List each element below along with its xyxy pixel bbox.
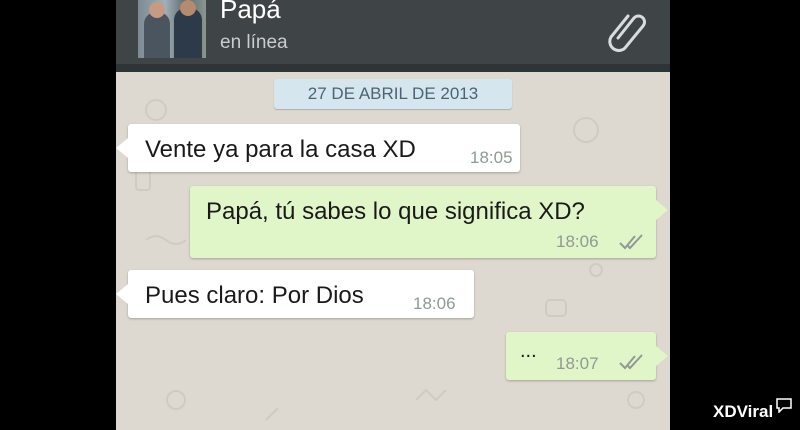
chat-window: Papá en línea 27 DE ABRIL DE 2013 Vente … xyxy=(116,0,670,430)
message-time: 18:07 xyxy=(556,354,599,373)
double-check-icon xyxy=(619,354,643,370)
avatar[interactable] xyxy=(138,0,206,58)
incoming-message[interactable]: Pues claro: Por Dios 18:06 xyxy=(116,270,474,318)
message-text: ... xyxy=(520,340,537,362)
chat-header: Papá en línea xyxy=(116,0,670,64)
speech-bubble-icon xyxy=(776,398,792,413)
watermark-logo-text: XDViral xyxy=(713,402,774,421)
double-check-icon xyxy=(619,234,643,250)
paperclip-icon[interactable] xyxy=(608,8,648,52)
incoming-message[interactable]: Vente ya para la casa XD 18:05 xyxy=(116,124,520,172)
message-time: 18:06 xyxy=(556,232,599,251)
message-text: Vente ya para la casa XD xyxy=(145,136,416,163)
header-divider xyxy=(116,64,670,72)
message-text: Papá, tú sabes lo que significa XD? xyxy=(206,198,585,225)
message-text: Pues claro: Por Dios xyxy=(145,282,364,309)
contact-name[interactable]: Papá xyxy=(220,0,281,25)
message-time: 18:06 xyxy=(413,294,456,313)
date-divider: 27 DE ABRIL DE 2013 xyxy=(274,79,512,109)
outgoing-message[interactable]: ... 18:07 xyxy=(506,332,668,380)
outgoing-message[interactable]: Papá, tú sabes lo que significa XD? 18:0… xyxy=(190,186,668,258)
message-time: 18:05 xyxy=(470,148,513,167)
contact-status: en línea xyxy=(220,32,288,53)
